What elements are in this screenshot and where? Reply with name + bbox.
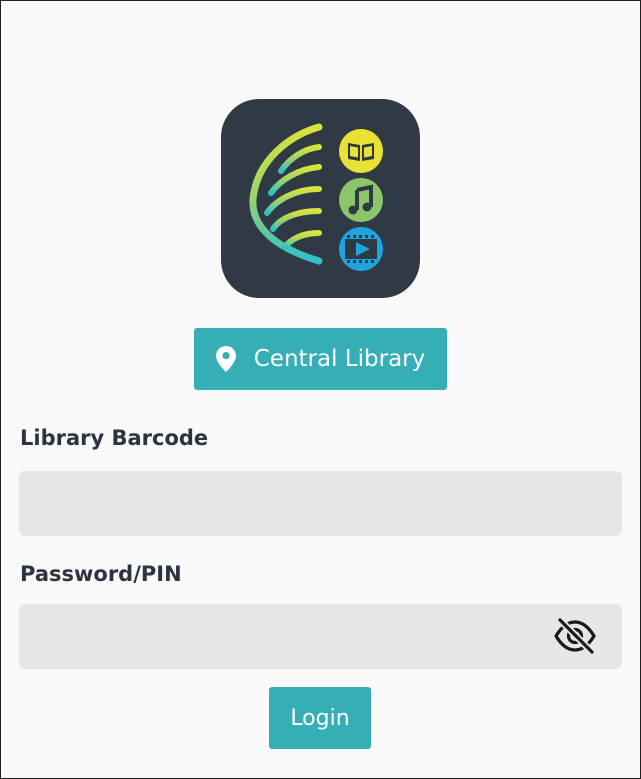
barcode-label: Library Barcode [20,426,209,450]
location-button[interactable]: Central Library [194,328,447,390]
library-leaf-logo-icon [249,123,383,273]
library-app-logo [221,99,420,298]
book-icon [339,129,383,173]
barcode-input[interactable] [19,471,622,536]
password-input[interactable] [19,604,622,669]
map-pin-icon [215,346,236,372]
login-screen: Central Library Library Barcode Password… [0,0,641,779]
music-note-icon [339,178,383,222]
login-button[interactable]: Login [269,687,371,749]
location-label: Central Library [253,346,426,372]
eye-off-icon [554,616,596,656]
password-label: Password/PIN [20,562,182,586]
video-play-icon [339,227,383,271]
toggle-password-visibility-button[interactable] [549,613,601,659]
login-label: Login [290,705,350,731]
